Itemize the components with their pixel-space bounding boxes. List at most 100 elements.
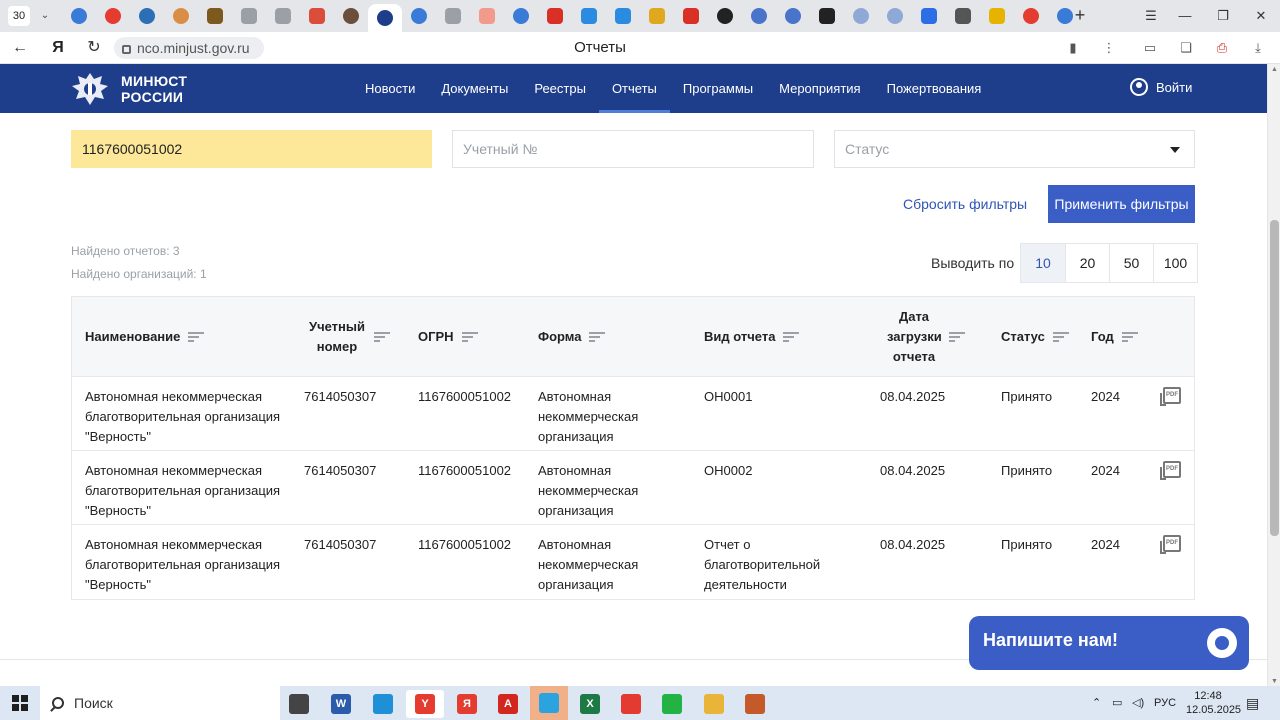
close-icon[interactable]: ✕ <box>1246 4 1276 28</box>
browser-tab[interactable] <box>164 4 198 28</box>
chevron-up-icon[interactable]: ⌃ <box>1092 686 1101 720</box>
browser-tab[interactable] <box>912 4 946 28</box>
browser-tab[interactable] <box>62 4 96 28</box>
browser-tab[interactable] <box>198 4 232 28</box>
taskbar-search[interactable]: Поиск <box>40 686 280 720</box>
tab-count-badge[interactable]: 30 <box>8 6 30 26</box>
column-header-year[interactable]: Год <box>1091 297 1138 377</box>
table-row[interactable]: Автономная некоммерческая благотворитель… <box>72 451 1194 525</box>
column-header-uchet[interactable]: Учетный номер <box>308 297 390 377</box>
network-icon[interactable]: ▭ <box>1112 686 1122 720</box>
taskbar-app-button[interactable]: A <box>489 690 527 718</box>
more-icon[interactable]: ⋮ <box>1099 38 1119 58</box>
minimize-icon[interactable]: — <box>1170 4 1200 28</box>
uchet-number-filter-input[interactable]: Учетный № <box>452 130 814 168</box>
taskbar-app-button[interactable] <box>364 690 402 718</box>
site-brand[interactable]: МИНЮСТ РОССИИ <box>121 73 187 105</box>
browser-tab[interactable] <box>674 4 708 28</box>
taskbar-app-button[interactable]: Я <box>448 690 486 718</box>
browser-tab[interactable] <box>538 4 572 28</box>
apply-filters-button[interactable]: Применить фильтры <box>1048 185 1195 223</box>
browser-tab[interactable] <box>742 4 776 28</box>
nav-item[interactable]: Пожертвования <box>874 64 995 113</box>
scroll-thumb[interactable] <box>1270 220 1279 536</box>
browser-tab[interactable] <box>1014 4 1048 28</box>
pdf-download-icon[interactable]: PDF <box>1160 387 1181 406</box>
browser-tab[interactable] <box>980 4 1014 28</box>
sort-icon[interactable] <box>589 331 606 343</box>
browser-tab[interactable] <box>470 4 504 28</box>
browser-tab[interactable] <box>368 4 402 32</box>
pdf-download-icon[interactable]: PDF <box>1160 461 1181 480</box>
sort-icon[interactable] <box>461 331 478 343</box>
scroll-up-icon[interactable]: ▲ <box>1268 64 1280 76</box>
browser-tab[interactable] <box>300 4 334 28</box>
browser-tab[interactable] <box>878 4 912 28</box>
column-header-form[interactable]: Форма <box>538 297 606 377</box>
browser-tab[interactable] <box>130 4 164 28</box>
nav-item[interactable]: Мероприятия <box>766 64 874 113</box>
ogrn-filter-input[interactable]: 1167600051002 <box>71 130 432 168</box>
emblem-icon[interactable] <box>70 69 110 109</box>
chevron-down-icon[interactable]: ⌄ <box>36 6 54 26</box>
taskbar-app-button[interactable] <box>736 690 774 718</box>
column-header-name[interactable]: Наименование <box>85 297 205 377</box>
taskbar-app-button[interactable] <box>695 690 733 718</box>
browser-tab[interactable] <box>606 4 640 28</box>
table-row[interactable]: Автономная некоммерческая благотворитель… <box>72 525 1194 599</box>
browser-tab[interactable] <box>844 4 878 28</box>
collections-icon[interactable]: ❏ <box>1176 38 1196 58</box>
chat-widget-button[interactable]: Напишите нам! <box>969 616 1249 670</box>
browser-tab[interactable] <box>402 4 436 28</box>
notifications-icon[interactable]: ▤ <box>1246 686 1259 720</box>
page-scrollbar[interactable]: ▲ ▼ <box>1267 64 1280 688</box>
volume-icon[interactable]: ◁) <box>1132 686 1144 720</box>
taskbar-app-button[interactable] <box>653 690 691 718</box>
taskbar-app-button[interactable]: Y <box>406 690 444 718</box>
column-header-type[interactable]: Вид отчета <box>704 297 800 377</box>
table-row[interactable]: Автономная некоммерческая благотворитель… <box>72 377 1194 451</box>
column-header-date[interactable]: Дата загрузки отчета <box>887 297 965 377</box>
browser-tab[interactable] <box>776 4 810 28</box>
per-page-option[interactable]: 10 <box>1021 244 1065 282</box>
browser-tab[interactable] <box>266 4 300 28</box>
nav-item[interactable]: Отчеты <box>598 64 670 113</box>
windows-start-icon[interactable] <box>12 695 28 711</box>
pdf-extension-icon[interactable]: ⎙ <box>1212 38 1232 58</box>
taskbar-app-button[interactable] <box>612 690 650 718</box>
browser-tab[interactable] <box>334 4 368 28</box>
sort-icon[interactable] <box>374 331 390 343</box>
browser-tab[interactable] <box>504 4 538 28</box>
taskbar-clock[interactable]: 12:48 12.05.2025 <box>1186 689 1241 717</box>
taskbar-app-button[interactable]: W <box>322 690 360 718</box>
bookmark-icon[interactable]: ▮ <box>1063 38 1083 58</box>
battery-icon[interactable]: ▭ <box>1140 38 1160 58</box>
taskbar-app-button[interactable]: X <box>571 690 609 718</box>
sort-icon[interactable] <box>188 331 205 343</box>
browser-tab[interactable] <box>810 4 844 28</box>
taskbar-app-button[interactable] <box>280 690 318 718</box>
browser-tab[interactable] <box>640 4 674 28</box>
sort-icon[interactable] <box>949 331 965 343</box>
browser-tab[interactable] <box>946 4 980 28</box>
restore-icon[interactable]: ❐ <box>1208 4 1238 28</box>
pdf-download-icon[interactable]: PDF <box>1160 535 1181 554</box>
per-page-option[interactable]: 50 <box>1109 244 1153 282</box>
downloads-icon[interactable]: ⤓ <box>1248 38 1268 58</box>
column-header-ogrn[interactable]: ОГРН <box>418 297 478 377</box>
sort-icon[interactable] <box>1121 331 1138 343</box>
nav-item[interactable]: Документы <box>428 64 521 113</box>
sort-icon[interactable] <box>783 331 800 343</box>
browser-tab[interactable] <box>96 4 130 28</box>
browser-tab[interactable] <box>708 4 742 28</box>
nav-item[interactable]: Программы <box>670 64 766 113</box>
nav-item[interactable]: Реестры <box>521 64 599 113</box>
reset-filters-button[interactable]: Сбросить фильтры <box>893 186 1037 222</box>
column-header-status[interactable]: Статус <box>1001 297 1069 377</box>
sort-icon[interactable] <box>1052 331 1069 343</box>
status-filter-select[interactable]: Статус <box>834 130 1195 168</box>
per-page-option[interactable]: 100 <box>1153 244 1197 282</box>
taskbar-app-button[interactable] <box>530 686 568 720</box>
browser-tab[interactable] <box>572 4 606 28</box>
browser-tab[interactable] <box>436 4 470 28</box>
